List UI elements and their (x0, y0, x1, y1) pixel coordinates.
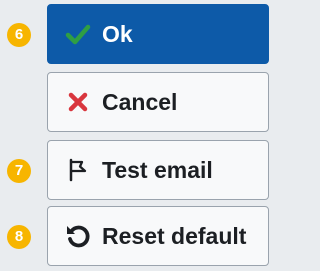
step-badge-8: 8 (7, 225, 31, 249)
reset-default-row: 8 Reset default (0, 206, 275, 266)
undo-icon (63, 221, 93, 251)
check-icon (63, 19, 93, 49)
reset-default-button-label: Reset default (102, 222, 247, 249)
flag-icon (63, 155, 93, 185)
reset-default-button[interactable]: Reset default (47, 206, 269, 266)
ok-button-label: Ok (102, 20, 133, 47)
x-icon (63, 87, 93, 117)
ok-button[interactable]: Ok (47, 4, 269, 64)
cancel-row: Cancel (0, 72, 275, 132)
test-email-row: 7 Test email (0, 140, 275, 200)
ok-row: 6 Ok (0, 4, 275, 64)
step-badge-7: 7 (7, 159, 31, 183)
test-email-button[interactable]: Test email (47, 140, 269, 200)
cancel-button-label: Cancel (102, 88, 178, 115)
test-email-button-label: Test email (102, 156, 213, 183)
step-badge-6: 6 (7, 23, 31, 47)
cancel-button[interactable]: Cancel (47, 72, 269, 132)
